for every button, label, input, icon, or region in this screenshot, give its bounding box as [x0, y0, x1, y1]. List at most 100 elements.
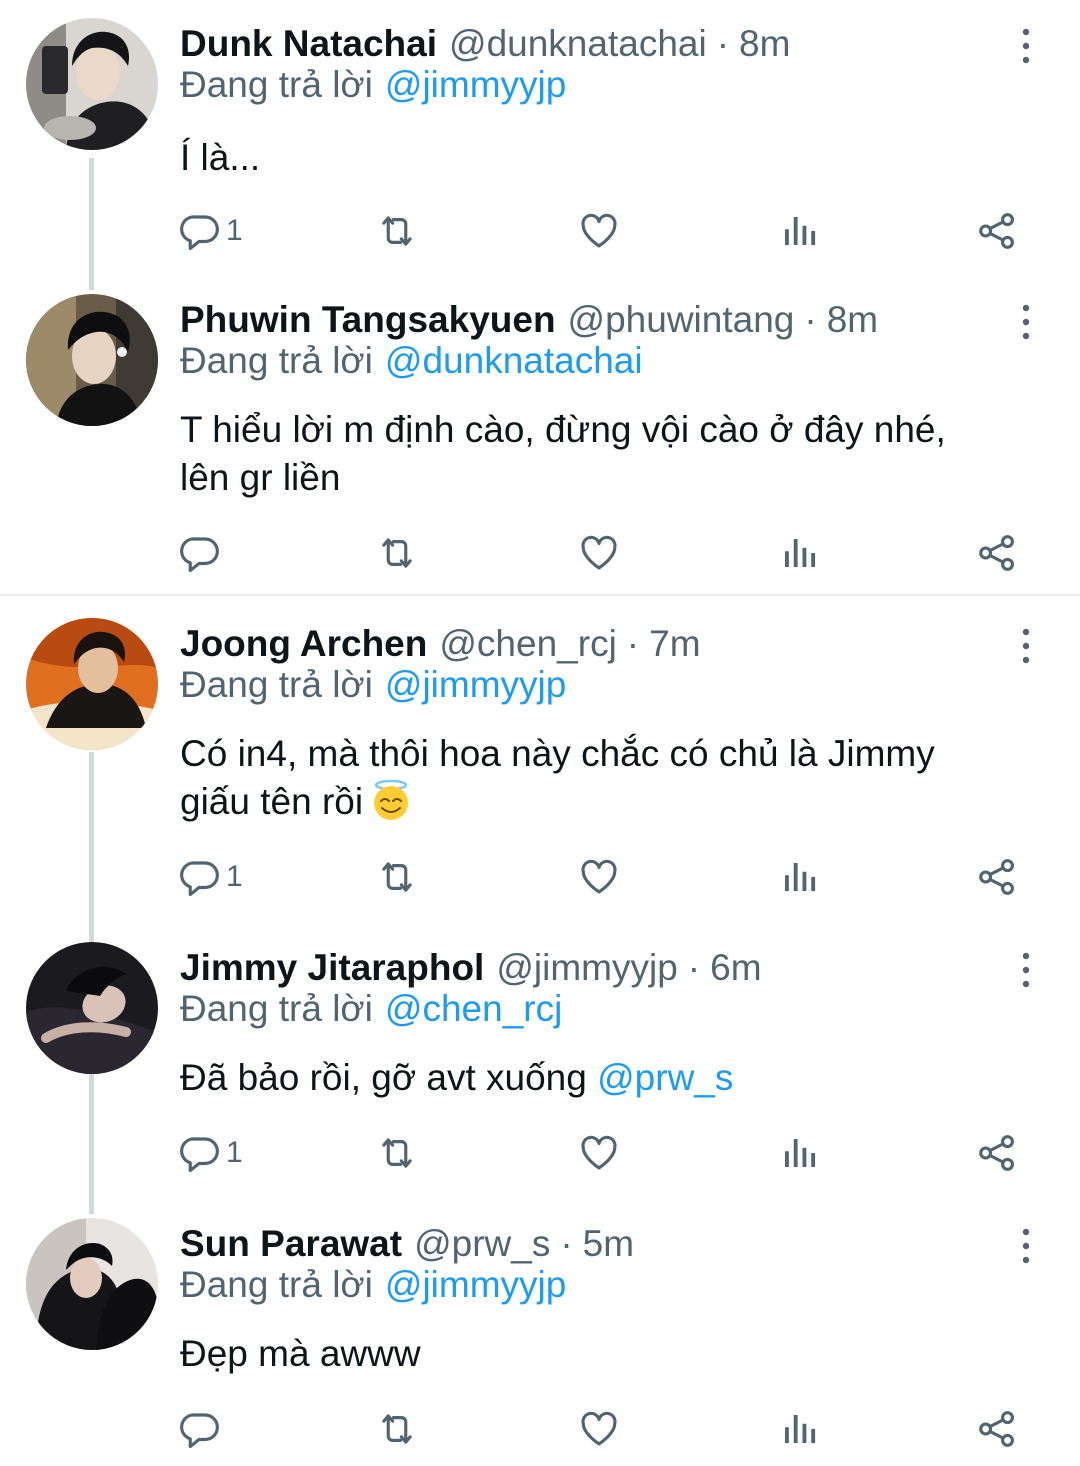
retweet-icon: [376, 1408, 418, 1450]
replying-to: Đang trả lời @jimmyyjp: [180, 1264, 566, 1306]
replying-to: Đang trả lời @chen_rcj: [180, 988, 562, 1030]
avatar-image: [26, 294, 158, 426]
analytics-button[interactable]: [778, 206, 820, 256]
tweet[interactable]: Phuwin Tangsakyuen @phuwintang · 8m Đang…: [0, 294, 1080, 584]
reply-button[interactable]: 1: [178, 852, 243, 902]
user-handle[interactable]: @phuwintang: [568, 299, 795, 341]
tweet[interactable]: Dunk Natachai @dunknatachai · 8m Đang tr…: [0, 18, 1080, 268]
share-icon: [976, 532, 1018, 574]
more-options-icon[interactable]: [1014, 26, 1038, 66]
tweet-mention[interactable]: @prw_s: [597, 1057, 733, 1098]
reply-button[interactable]: [178, 1404, 226, 1454]
avatar[interactable]: [26, 18, 158, 150]
replying-to-mention[interactable]: @jimmyyjp: [385, 1264, 566, 1305]
more-options-icon[interactable]: [1014, 626, 1038, 666]
replying-to-label: Đang trả lời: [180, 1264, 373, 1305]
replying-to-mention[interactable]: @jimmyyjp: [385, 664, 566, 705]
share-button[interactable]: [976, 206, 1018, 256]
share-button[interactable]: [976, 1404, 1018, 1454]
tweet-text: T hiểu lời m định cào, đừng vội cào ở đâ…: [180, 406, 1040, 502]
display-name[interactable]: Joong Archen: [180, 623, 427, 665]
replying-to: Đang trả lời @jimmyyjp: [180, 664, 566, 706]
like-button[interactable]: [578, 528, 620, 578]
user-handle[interactable]: @prw_s: [414, 1223, 550, 1265]
reply-count: 1: [226, 1136, 243, 1169]
action-bar: 1: [178, 852, 1038, 902]
tweet[interactable]: Sun Parawat @prw_s · 5m Đang trả lời @jim…: [0, 1218, 1080, 1466]
tweet-text-line: Có in4, mà thôi hoa này chắc có chủ là J…: [180, 733, 935, 774]
display-name[interactable]: Sun Parawat: [180, 1223, 402, 1265]
display-name[interactable]: Phuwin Tangsakyuen: [180, 299, 556, 341]
display-name[interactable]: Dunk Natachai: [180, 23, 437, 65]
avatar[interactable]: [26, 294, 158, 426]
share-button[interactable]: [976, 528, 1018, 578]
retweet-button[interactable]: [376, 206, 418, 256]
heart-icon: [578, 532, 620, 574]
share-icon: [976, 856, 1018, 898]
reply-button[interactable]: 1: [178, 206, 243, 256]
replying-to-label: Đang trả lời: [180, 664, 373, 705]
retweet-button[interactable]: [376, 528, 418, 578]
retweet-button[interactable]: [376, 1128, 418, 1178]
reply-button[interactable]: [178, 528, 226, 578]
share-button[interactable]: [976, 852, 1018, 902]
share-button[interactable]: [976, 1128, 1018, 1178]
tweet[interactable]: Jimmy Jitaraphol @jimmyyjp · 6m Đang trả…: [0, 942, 1080, 1192]
share-icon: [976, 1408, 1018, 1450]
reply-button[interactable]: 1: [178, 1128, 243, 1178]
avatar[interactable]: [26, 942, 158, 1074]
tweet-text-content: Đã bảo rồi, gỡ avt xuống: [180, 1057, 587, 1098]
timestamp[interactable]: 8m: [739, 23, 790, 65]
avatar-image: [26, 18, 158, 150]
like-button[interactable]: [578, 852, 620, 902]
separator: ·: [687, 947, 701, 988]
replying-to-mention[interactable]: @jimmyyjp: [385, 64, 566, 105]
tweet-text: Đẹp mà awww: [180, 1330, 1040, 1378]
thread-divider: [0, 594, 1080, 596]
tweet[interactable]: Joong Archen @chen_rcj · 7m Đang trả lời…: [0, 618, 1080, 908]
like-button[interactable]: [578, 206, 620, 256]
tweet-header: Joong Archen @chen_rcj · 7m: [180, 618, 701, 670]
timestamp[interactable]: 5m: [583, 1223, 634, 1265]
retweet-button[interactable]: [376, 852, 418, 902]
smiling-face-with-halo-icon: [374, 779, 409, 820]
tweet-text: Có in4, mà thôi hoa này chắc có chủ là J…: [180, 730, 1040, 826]
reply-icon: [178, 1132, 220, 1174]
replies-timeline: Dunk Natachai @dunknatachai · 8m Đang tr…: [0, 0, 1080, 1466]
action-bar: [178, 528, 1038, 578]
heart-icon: [578, 210, 620, 252]
replying-to-mention[interactable]: @dunknatachai: [385, 340, 643, 381]
reply-icon: [178, 856, 220, 898]
replying-to: Đang trả lời @jimmyyjp: [180, 64, 566, 106]
reply-icon: [178, 1408, 220, 1450]
analytics-button[interactable]: [778, 1404, 820, 1454]
display-name[interactable]: Jimmy Jitaraphol: [180, 947, 484, 989]
more-options-icon[interactable]: [1014, 1226, 1038, 1266]
analytics-button[interactable]: [778, 528, 820, 578]
user-handle[interactable]: @dunknatachai: [449, 23, 707, 65]
like-button[interactable]: [578, 1128, 620, 1178]
tweet-text-line: giấu tên rồi: [180, 778, 1040, 826]
timestamp[interactable]: 6m: [710, 947, 761, 989]
avatar[interactable]: [26, 1218, 158, 1350]
like-button[interactable]: [578, 1404, 620, 1454]
action-bar: [178, 1404, 1038, 1454]
heart-icon: [578, 856, 620, 898]
timestamp[interactable]: 7m: [649, 623, 700, 665]
user-handle[interactable]: @jimmyyjp: [496, 947, 677, 989]
heart-icon: [578, 1408, 620, 1450]
more-options-icon[interactable]: [1014, 950, 1038, 990]
more-options-icon[interactable]: [1014, 302, 1038, 342]
analytics-icon: [778, 210, 820, 252]
retweet-button[interactable]: [376, 1404, 418, 1454]
timestamp[interactable]: 8m: [827, 299, 878, 341]
avatar[interactable]: [26, 618, 158, 750]
user-handle[interactable]: @chen_rcj: [439, 623, 616, 665]
analytics-button[interactable]: [778, 852, 820, 902]
analytics-icon: [778, 1132, 820, 1174]
replying-to-mention[interactable]: @chen_rcj: [385, 988, 562, 1029]
retweet-icon: [376, 856, 418, 898]
heart-icon: [578, 1132, 620, 1174]
analytics-button[interactable]: [778, 1128, 820, 1178]
share-icon: [976, 1132, 1018, 1174]
